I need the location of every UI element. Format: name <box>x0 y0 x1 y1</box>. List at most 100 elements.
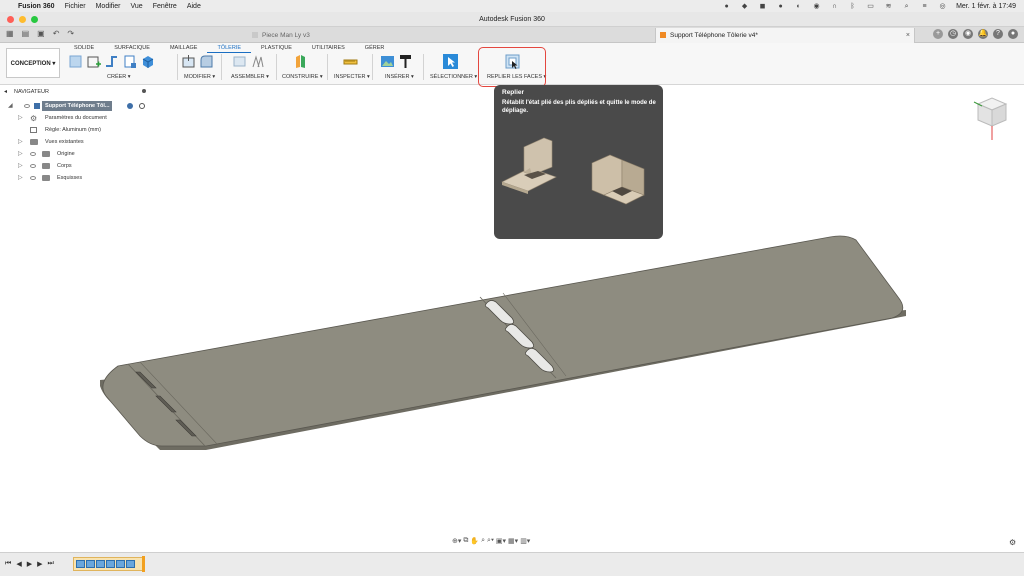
status-icon-2[interactable]: ◆ <box>740 3 749 10</box>
fillet-icon[interactable] <box>199 54 214 69</box>
battery-icon[interactable]: ▭ <box>866 3 875 10</box>
sheet-metal-rules-icon[interactable] <box>122 54 137 69</box>
status-icon-1[interactable]: ● <box>722 3 731 10</box>
timeline: ⏮ ◀ ▶ ▶ ⏭ <box>0 552 1024 576</box>
group-creer-tools <box>68 54 155 72</box>
minimize-window-button[interactable] <box>19 16 26 23</box>
tab-support-telephone[interactable]: Support Téléphone Tôlerie v4* × <box>655 28 915 43</box>
box-icon[interactable] <box>140 54 155 69</box>
tab-utilitaires[interactable]: UTILITAIRES <box>302 44 355 53</box>
tab-tolerie[interactable]: TÔLERIE <box>207 44 252 53</box>
pan-icon[interactable]: ✋ <box>470 537 479 547</box>
undo-icon[interactable]: ↶ <box>53 29 60 38</box>
insert-mcmaster-icon[interactable] <box>398 54 413 69</box>
menu-datetime[interactable]: Mer. 1 févr. à 17:49 <box>956 3 1016 10</box>
status-icon-3[interactable]: ◼ <box>758 3 767 10</box>
notifications-icon[interactable]: 🔔 <box>978 29 988 39</box>
menu-vue[interactable]: Vue <box>131 3 143 10</box>
status-icons: ● ◆ ◼ ● ◐ ◉ ∩ ᛒ ▭ ≋ ⌕ ≡ ◎ Mer. 1 févr. à… <box>722 0 1016 12</box>
tab-piece-man-ly[interactable]: Piece Man Ly v3 <box>248 28 408 43</box>
help-icon[interactable]: ? <box>993 29 1003 39</box>
bluetooth-icon[interactable]: ᛒ <box>848 3 857 10</box>
control-center-icon[interactable]: ≡ <box>920 3 929 10</box>
timeline-feature[interactable] <box>116 560 125 568</box>
job-status-icon[interactable]: ◉ <box>963 29 973 39</box>
menu-fichier[interactable]: Fichier <box>65 3 86 10</box>
joint-icon[interactable] <box>250 54 265 69</box>
timeline-feature[interactable] <box>86 560 95 568</box>
create-sketch-icon[interactable] <box>86 54 101 69</box>
new-component-icon[interactable] <box>68 54 83 69</box>
group-selectionner-tools <box>443 54 458 72</box>
group-creer-label[interactable]: CRÉER ▾ <box>107 74 131 80</box>
group-construire-label[interactable]: CONSTRUIRE ▾ <box>282 74 323 80</box>
status-icon-4[interactable]: ● <box>776 3 785 10</box>
grid-settings-icon[interactable]: ▦▾ <box>508 537 518 547</box>
display-settings-icon[interactable]: ▣▾ <box>496 537 506 547</box>
document-tab-bar: ▦ ▤ ▣ ↶ ↷ Piece Man Ly v3 Support Téléph… <box>0 27 1024 43</box>
tab-maillage[interactable]: MAILLAGE <box>160 44 208 53</box>
group-assembler-tools <box>232 54 265 72</box>
save-icon[interactable]: ▣ <box>37 29 45 38</box>
step-forward-icon[interactable]: ▶ <box>37 560 42 568</box>
measure-icon[interactable] <box>343 54 358 69</box>
extensions-icon[interactable]: ◷ <box>948 29 958 39</box>
timeline-feature[interactable] <box>96 560 105 568</box>
tab-label: Support Téléphone Tôlerie v4* <box>670 32 758 39</box>
workspace-switcher[interactable]: CONCEPTION ▾ <box>6 48 60 78</box>
close-window-button[interactable] <box>7 16 14 23</box>
menu-fenetre[interactable]: Fenêtre <box>153 3 177 10</box>
tab-plastique[interactable]: PLASTIQUE <box>251 44 302 53</box>
headphones-icon[interactable]: ∩ <box>830 3 839 10</box>
viewports-icon[interactable]: ▥▾ <box>520 537 530 547</box>
account-avatar[interactable]: ● <box>1008 29 1018 39</box>
close-tab-icon[interactable]: × <box>906 28 910 43</box>
status-icon-5[interactable]: ◐ <box>794 3 803 10</box>
press-pull-icon[interactable] <box>181 54 196 69</box>
file-menu-icon[interactable]: ▤ <box>22 29 30 38</box>
group-inspecter-label[interactable]: INSPECTER ▾ <box>334 74 370 80</box>
group-assembler-label[interactable]: ASSEMBLER ▾ <box>231 74 269 80</box>
zoom-icon[interactable]: ⌕ <box>481 537 485 547</box>
timeline-marker[interactable] <box>142 556 145 572</box>
group-inspecter-tools <box>343 54 358 72</box>
step-back-icon[interactable]: ◀ <box>16 560 21 568</box>
viewport-navigation-bar: ⊕▾ ⧉ ✋ ⌕ ⌕▾ ▣▾ ▦▾ ▥▾ <box>452 537 530 547</box>
new-component-assemble-icon[interactable] <box>232 54 247 69</box>
window-title: Autodesk Fusion 360 <box>479 16 545 23</box>
siri-icon[interactable]: ◎ <box>938 3 947 10</box>
timeline-feature[interactable] <box>106 560 115 568</box>
select-icon[interactable] <box>443 54 458 69</box>
app-menu[interactable]: Fusion 360 <box>18 3 55 10</box>
wifi-icon[interactable]: ≋ <box>884 3 893 10</box>
zoom-window-icon[interactable]: ⌕▾ <box>487 537 494 547</box>
menu-modifier[interactable]: Modifier <box>96 3 121 10</box>
group-modifier-label[interactable]: MODIFIER ▾ <box>184 74 215 80</box>
group-inserer-label[interactable]: INSÉRER ▾ <box>385 74 414 80</box>
flange-icon[interactable] <box>104 54 119 69</box>
new-tab-button[interactable]: + <box>933 29 943 39</box>
tab-gerer[interactable]: GÉRER <box>355 44 395 53</box>
play-icon[interactable]: ▶ <box>27 560 32 568</box>
offset-plane-icon[interactable] <box>293 54 308 69</box>
tooltip-illustration <box>501 137 645 205</box>
look-at-icon[interactable]: ⧉ <box>463 537 468 547</box>
search-icon[interactable]: ⌕ <box>902 3 911 10</box>
tab-solide[interactable]: SOLIDE <box>64 44 104 53</box>
sheet-metal-plate[interactable] <box>102 235 904 447</box>
go-to-start-icon[interactable]: ⏮ <box>5 560 11 568</box>
orbit-icon[interactable]: ⊕▾ <box>452 537 461 547</box>
timeline-feature[interactable] <box>76 560 85 568</box>
go-to-end-icon[interactable]: ⏭ <box>47 560 53 568</box>
status-icon-6[interactable]: ◉ <box>812 3 821 10</box>
view-cube[interactable] <box>970 92 1014 144</box>
insert-image-icon[interactable] <box>380 54 395 69</box>
settings-gear-icon[interactable]: ⚙ <box>1009 538 1016 547</box>
tab-surfacique[interactable]: SURFACIQUE <box>104 44 160 53</box>
zoom-window-button[interactable] <box>31 16 38 23</box>
group-selectionner-label[interactable]: SÉLECTIONNER ▾ <box>430 74 477 80</box>
apps-grid-icon[interactable]: ▦ <box>6 29 14 38</box>
timeline-feature[interactable] <box>126 560 135 568</box>
redo-icon[interactable]: ↷ <box>67 29 74 38</box>
menu-aide[interactable]: Aide <box>187 3 201 10</box>
